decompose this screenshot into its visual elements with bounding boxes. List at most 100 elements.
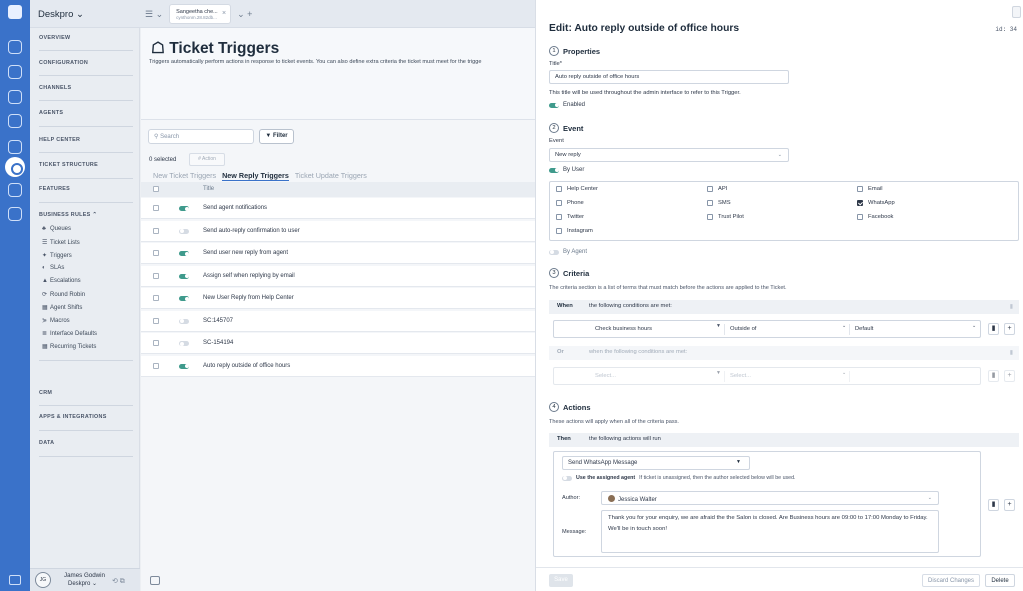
nav-crm[interactable]: CRM bbox=[39, 390, 133, 396]
nav-channels[interactable]: CHANNELS bbox=[39, 85, 133, 91]
condition-operator-select[interactable]: Select... bbox=[725, 371, 850, 382]
checkbox[interactable] bbox=[857, 214, 863, 220]
table-row[interactable]: Auto reply outside of office hours bbox=[141, 355, 535, 377]
row-checkbox[interactable] bbox=[153, 362, 159, 369]
add-condition-button[interactable]: + bbox=[1004, 323, 1015, 335]
save-button[interactable]: Save bbox=[549, 574, 573, 587]
row-checkbox[interactable] bbox=[153, 272, 159, 279]
nav-overview[interactable]: OVERVIEW bbox=[39, 35, 133, 41]
nav-sub-recurring-tickets[interactable]: ▦ Recurring Tickets bbox=[42, 343, 96, 350]
source-help-center[interactable]: Help Center bbox=[556, 186, 598, 192]
nav-configuration[interactable]: CONFIGURATION bbox=[39, 60, 133, 66]
nav-sub-queues[interactable]: ♣ Queues bbox=[42, 226, 71, 232]
trigger-enabled-toggle[interactable] bbox=[179, 206, 189, 211]
table-row[interactable]: New User Reply from Help Center bbox=[141, 288, 535, 309]
nav-agents[interactable]: AGENTS bbox=[39, 110, 133, 116]
checkbox[interactable] bbox=[556, 186, 562, 192]
action-type-select[interactable]: Send WhatsApp Message ▼ bbox=[562, 456, 750, 470]
condition-field-select[interactable]: Select... bbox=[590, 371, 725, 382]
trigger-enabled-toggle[interactable] bbox=[179, 251, 189, 256]
trigger-title[interactable]: SC-154194 bbox=[203, 340, 233, 346]
sidebar-toggle-icon[interactable] bbox=[150, 576, 160, 585]
tickets-icon[interactable] bbox=[8, 90, 22, 104]
condition-operator-select[interactable]: Outside of bbox=[725, 324, 850, 335]
checkbox[interactable] bbox=[707, 214, 713, 220]
close-panel-icon[interactable] bbox=[1012, 6, 1021, 18]
delete-condition-button[interactable]: ▮ bbox=[988, 323, 999, 335]
trigger-title[interactable]: SC:145707 bbox=[203, 318, 233, 324]
source-twitter[interactable]: Twitter bbox=[556, 214, 584, 220]
tabs-dropdown-icon[interactable]: ⌄ + bbox=[237, 9, 252, 20]
tab-ticket-update[interactable]: Ticket Update Triggers bbox=[295, 171, 367, 181]
nav-ticket-structure[interactable]: TICKET STRUCTURE bbox=[39, 162, 133, 168]
source-whatsapp[interactable]: WhatsApp bbox=[857, 200, 895, 206]
source-sms[interactable]: SMS bbox=[707, 200, 731, 206]
row-checkbox[interactable] bbox=[153, 340, 159, 346]
nav-help-center[interactable]: HELP CENTER bbox=[39, 137, 133, 143]
brand-menu[interactable]: Deskpro ⌄ bbox=[38, 9, 84, 20]
trigger-enabled-toggle[interactable] bbox=[179, 296, 189, 301]
column-title[interactable]: Title bbox=[203, 186, 214, 192]
list-icon[interactable]: ☰ ⌄ bbox=[145, 9, 163, 20]
enabled-toggle[interactable]: Enabled bbox=[549, 102, 585, 108]
title-input[interactable]: Auto reply outside of office hours bbox=[549, 70, 789, 84]
row-checkbox[interactable] bbox=[153, 205, 159, 211]
tab-new-ticket[interactable]: New Ticket Triggers bbox=[153, 171, 216, 181]
trigger-enabled-toggle[interactable] bbox=[179, 318, 189, 324]
trigger-enabled-toggle[interactable] bbox=[179, 228, 189, 234]
trigger-title[interactable]: Assign self when replying by email bbox=[203, 273, 295, 279]
checkbox[interactable] bbox=[556, 214, 562, 220]
billing-icon[interactable] bbox=[8, 183, 22, 197]
nav-data[interactable]: DATA bbox=[39, 440, 133, 446]
trigger-title[interactable]: New User Reply from Help Center bbox=[203, 295, 294, 301]
trigger-title[interactable]: Send user new reply from agent bbox=[203, 250, 288, 256]
tasks-icon[interactable] bbox=[8, 114, 22, 128]
toggle-switch[interactable] bbox=[549, 167, 559, 173]
toggle-switch[interactable] bbox=[549, 249, 559, 255]
knowledge-icon[interactable] bbox=[8, 207, 22, 221]
trigger-enabled-toggle[interactable] bbox=[179, 341, 189, 346]
nav-apps-integrations[interactable]: APPS & INTEGRATIONS bbox=[39, 414, 133, 420]
table-row[interactable]: Assign self when replying by email bbox=[141, 265, 535, 287]
event-select[interactable]: New reply ⌄ bbox=[549, 148, 789, 162]
use-assigned-toggle[interactable]: Use the assigned agent If ticket is unass… bbox=[562, 475, 796, 481]
table-row[interactable]: SC:145707 bbox=[141, 310, 535, 332]
nav-sub-escalations[interactable]: ▲ Escalations bbox=[42, 278, 81, 284]
author-select[interactable]: Jessica Walter ⌄ bbox=[601, 491, 939, 505]
avatar[interactable]: JG bbox=[35, 572, 51, 588]
row-checkbox[interactable] bbox=[153, 227, 159, 234]
discard-button[interactable]: Discard Changes bbox=[922, 574, 980, 587]
row-checkbox[interactable] bbox=[153, 317, 159, 324]
condition-field-select[interactable]: Check business hours bbox=[590, 324, 725, 335]
checkbox-checked[interactable] bbox=[857, 200, 863, 206]
toggle-switch[interactable] bbox=[562, 475, 572, 481]
message-textarea[interactable]: Thank you for your enquiry, we are afrai… bbox=[601, 510, 939, 553]
trigger-title[interactable]: Auto reply outside of office hours bbox=[203, 363, 290, 369]
checkbox[interactable] bbox=[556, 200, 562, 206]
delete-condition-button[interactable]: ▮ bbox=[988, 370, 999, 382]
checkbox[interactable] bbox=[857, 186, 863, 192]
reports-icon[interactable] bbox=[8, 140, 22, 154]
table-row[interactable]: Send user new reply from agent bbox=[141, 243, 535, 264]
checkbox[interactable] bbox=[707, 200, 713, 206]
user-menu[interactable]: JG James Godwin Deskpro ⌄ ⟲ ⧉ bbox=[30, 568, 140, 591]
delete-action-button[interactable]: ▮ bbox=[988, 499, 999, 511]
users-icon[interactable] bbox=[8, 65, 22, 79]
status-icons[interactable]: ⟲ ⧉ bbox=[112, 577, 125, 586]
source-facebook[interactable]: Facebook bbox=[857, 214, 893, 220]
chat-icon[interactable] bbox=[8, 40, 22, 54]
toggle-switch[interactable] bbox=[549, 102, 559, 108]
close-tab-icon[interactable]: × bbox=[222, 10, 226, 17]
table-row[interactable]: Send auto-reply confirmation to user bbox=[141, 220, 535, 242]
tab-new-reply[interactable]: New Reply Triggers bbox=[222, 171, 289, 181]
by-agent-toggle[interactable]: By Agent bbox=[549, 249, 587, 255]
source-phone[interactable]: Phone bbox=[556, 200, 584, 206]
trigger-enabled-toggle[interactable] bbox=[179, 363, 189, 369]
collapse-icon[interactable] bbox=[9, 575, 21, 585]
trigger-title[interactable]: Send auto-reply confirmation to user bbox=[203, 228, 300, 234]
table-row[interactable]: Send agent notifications bbox=[141, 198, 535, 219]
trigger-title[interactable]: Send agent notifications bbox=[203, 205, 267, 211]
row-checkbox[interactable] bbox=[153, 295, 159, 301]
source-email[interactable]: Email bbox=[857, 186, 883, 192]
source-instagram[interactable]: Instagram bbox=[556, 228, 593, 234]
